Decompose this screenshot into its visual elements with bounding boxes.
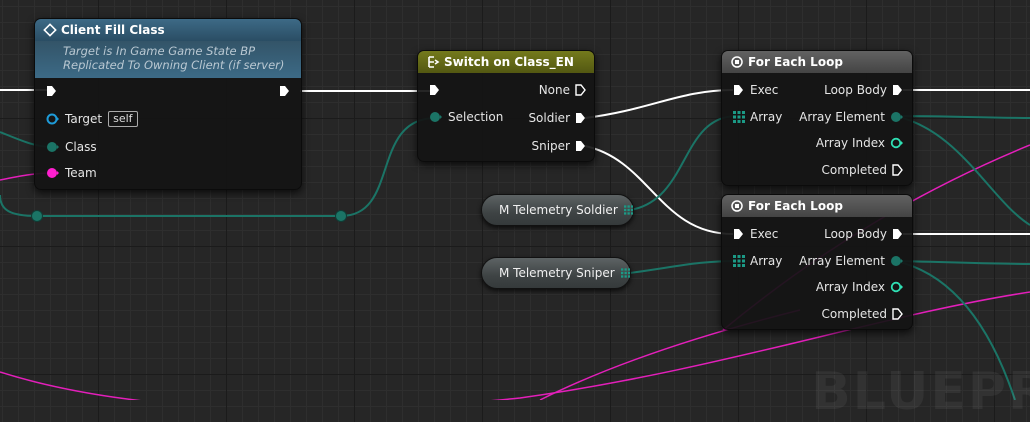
- selection-label: Selection: [448, 110, 504, 124]
- array-grid-icon[interactable]: [733, 111, 745, 123]
- pin-row-completed[interactable]: Completed: [822, 163, 903, 177]
- reroute-node-left[interactable]: [31, 210, 43, 222]
- pin-row-completed[interactable]: Completed: [822, 307, 903, 321]
- pin-row-soldier[interactable]: Soldier: [528, 111, 586, 125]
- pin-row-array[interactable]: Array: [733, 254, 782, 268]
- exec-loop-body-pin[interactable]: [892, 84, 903, 96]
- none-label: None: [538, 83, 570, 97]
- array-index-pin-icon[interactable]: [890, 281, 903, 293]
- reroute-node-right[interactable]: [335, 210, 347, 222]
- target-default-value[interactable]: self: [108, 111, 138, 127]
- exec-completed-pin[interactable]: [892, 164, 903, 176]
- for-each-loop-node-1[interactable]: For Each Loop Exec Array Loop Body Array…: [721, 50, 913, 186]
- exec-none-pin[interactable]: [575, 84, 586, 96]
- telemetry-soldier-variable[interactable]: M Telemetry Soldier: [481, 194, 634, 226]
- target-label: Target: [65, 112, 103, 126]
- macro-icon: [731, 56, 743, 68]
- element-wire-1a: [894, 115, 1030, 119]
- exec-in-pin[interactable]: [46, 85, 57, 97]
- function-call-icon: [43, 23, 57, 37]
- exec-wire-soldier: [584, 89, 734, 119]
- pin-row-class[interactable]: Class: [46, 140, 97, 154]
- team-pin-icon[interactable]: [46, 167, 59, 179]
- soldier-label: Soldier: [528, 111, 570, 125]
- loop-body-label: Loop Body: [824, 227, 887, 241]
- element-wire-2a: [894, 260, 1030, 265]
- array-label: Array: [750, 254, 783, 268]
- pin-row-none[interactable]: None: [539, 83, 586, 97]
- pin-row-array-element[interactable]: Array Element: [799, 254, 903, 268]
- loop-body-label: Loop Body: [824, 83, 887, 97]
- exec-in-pin[interactable]: [733, 228, 744, 240]
- class-pin-icon[interactable]: [46, 141, 59, 153]
- array-element-pin-icon[interactable]: [890, 111, 903, 123]
- switch-icon: [428, 56, 440, 68]
- node-title: For Each Loop: [748, 55, 843, 69]
- node-header: For Each Loop: [722, 195, 912, 217]
- pin-row-team[interactable]: Team: [46, 166, 97, 180]
- pin-row-array-index[interactable]: Array Index: [816, 280, 903, 294]
- exec-loop-body-pin[interactable]: [892, 228, 903, 240]
- node-subtitle: Target is In Game Game State BP Replicat…: [35, 41, 301, 78]
- array-grid-icon[interactable]: [623, 204, 633, 216]
- array-label: Array: [750, 110, 783, 124]
- node-title: Client Fill Class: [61, 23, 165, 37]
- team-label: Team: [65, 166, 97, 180]
- node-title: For Each Loop: [748, 199, 843, 213]
- exec-sniper-pin[interactable]: [575, 140, 586, 152]
- subtitle-target: Target is In Game Game State BP: [63, 44, 256, 58]
- pin-row-sniper[interactable]: Sniper: [532, 139, 587, 153]
- array-index-label: Array Index: [815, 280, 885, 294]
- sniper-label: Sniper: [531, 139, 571, 153]
- node-header: Switch on Class_EN: [418, 51, 594, 73]
- telemetry-sniper-variable[interactable]: M Telemetry Sniper: [481, 257, 631, 289]
- node-header: For Each Loop: [722, 51, 912, 73]
- pin-row-target[interactable]: Target self: [46, 111, 138, 127]
- element-wire-1b: [894, 115, 1030, 226]
- array-element-label: Array Element: [799, 110, 885, 124]
- completed-label: Completed: [821, 307, 887, 321]
- node-header: Client Fill Class: [35, 19, 301, 41]
- pin-row-exec[interactable]: Exec: [733, 83, 778, 97]
- exec-in-pin[interactable]: [733, 84, 744, 96]
- array-element-pin-icon[interactable]: [890, 255, 903, 267]
- variable-label: M Telemetry Soldier: [499, 203, 618, 217]
- exec-label: Exec: [750, 83, 779, 97]
- pin-row-exec[interactable]: Exec: [733, 227, 778, 241]
- exec-completed-pin[interactable]: [892, 308, 903, 320]
- exec-out-pin[interactable]: [279, 85, 290, 97]
- subtitle-replication: Replicated To Owning Client (if server): [63, 58, 285, 72]
- exec-soldier-pin[interactable]: [575, 112, 586, 124]
- pin-row-array-element[interactable]: Array Element: [799, 110, 903, 124]
- array-grid-icon[interactable]: [733, 255, 745, 267]
- array-index-pin-icon[interactable]: [890, 137, 903, 149]
- blueprint-watermark: BLUEPR: [811, 362, 1030, 422]
- node-title: Switch on Class_EN: [444, 55, 574, 69]
- variable-label: M Telemetry Sniper: [499, 266, 615, 280]
- pin-row-array-index[interactable]: Array Index: [816, 136, 903, 150]
- exec-label: Exec: [750, 227, 779, 241]
- for-each-loop-node-2[interactable]: For Each Loop Exec Array Loop Body Array…: [721, 194, 913, 330]
- switch-on-class-node[interactable]: Switch on Class_EN Selection None Soldie…: [417, 50, 595, 162]
- array-element-label: Array Element: [799, 254, 885, 268]
- pin-row-loop-body[interactable]: Loop Body: [824, 227, 903, 241]
- pin-row-selection[interactable]: Selection: [429, 110, 503, 124]
- target-pin-icon[interactable]: [46, 113, 59, 125]
- class-label: Class: [65, 140, 97, 154]
- pin-row-loop-body[interactable]: Loop Body: [824, 83, 903, 97]
- selection-pin-icon[interactable]: [429, 111, 442, 123]
- array-index-label: Array Index: [815, 136, 885, 150]
- completed-label: Completed: [821, 163, 887, 177]
- pin-row-array[interactable]: Array: [733, 110, 782, 124]
- array-grid-icon[interactable]: [620, 267, 630, 279]
- client-fill-class-node[interactable]: Client Fill Class Target is In Game Game…: [34, 18, 302, 190]
- macro-icon: [731, 200, 743, 212]
- exec-in-pin[interactable]: [429, 84, 440, 96]
